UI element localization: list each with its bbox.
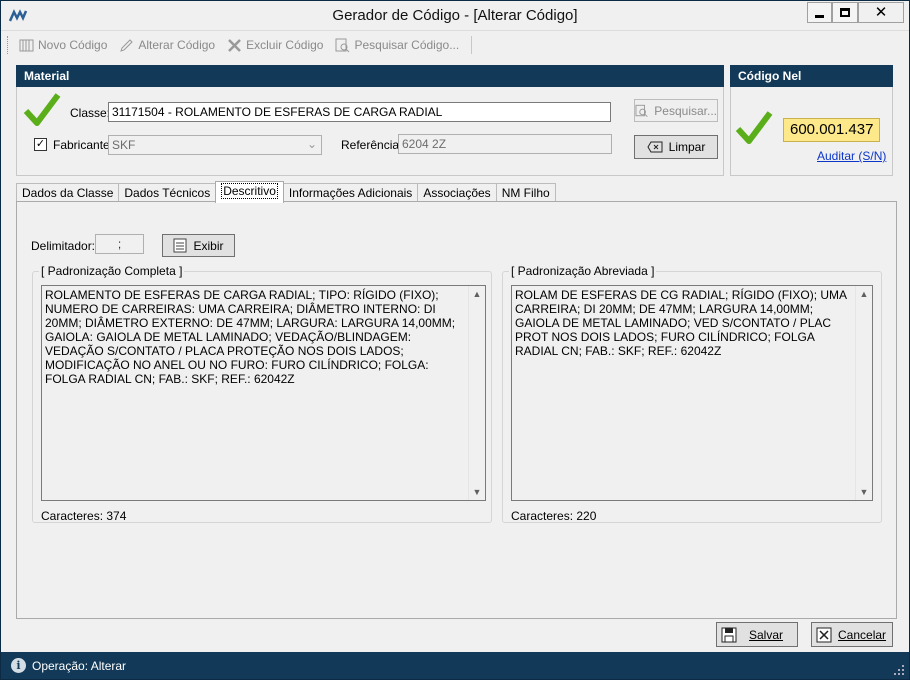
novo-codigo-label: Novo Código [38, 38, 108, 52]
chevron-up-icon[interactable]: ▲ [856, 286, 872, 302]
pesquisar-button-label: Pesquisar... [654, 103, 717, 118]
excluir-codigo-button[interactable]: Excluir Código [227, 38, 323, 53]
chevron-down-icon[interactable]: ▼ [856, 484, 872, 500]
tab-associacoes[interactable]: Associações [417, 183, 497, 203]
classe-label: Classe: [70, 106, 111, 120]
new-doc-icon [19, 39, 34, 51]
tab-label: Descritivo [221, 183, 278, 199]
fabricante-label: Fabricante: [53, 138, 114, 152]
cancel-icon [816, 627, 832, 642]
tab-label: Dados Técnicos [124, 186, 211, 200]
window-title: Gerador de Código - [Alterar Código] [332, 7, 578, 24]
main-window: Gerador de Código - [Alterar Código] ✕ N… [0, 0, 910, 680]
tab-descritivo[interactable]: Descritivo [215, 181, 284, 203]
delimitador-input[interactable]: ; [95, 234, 144, 254]
toolbar-grip [7, 36, 11, 54]
close-button[interactable]: ✕ [858, 2, 904, 23]
toolbar-separator [471, 36, 473, 54]
tab-label: Associações [423, 186, 491, 200]
padronizacao-abreviada-textarea[interactable]: ROLAM DE ESFERAS DE CG RADIAL; RÍGIDO (F… [511, 285, 873, 501]
close-icon: ✕ [874, 4, 888, 21]
tab-nm-filho[interactable]: NM Filho [495, 183, 556, 203]
tab-label: NM Filho [501, 186, 550, 200]
resize-grip-icon[interactable] [893, 664, 905, 676]
classe-input[interactable]: 31171504 - ROLAMENTO DE ESFERAS DE CARGA… [108, 102, 611, 122]
padronizacao-completa-group: [ Padronização Completa ] ROLAMENTO DE E… [32, 264, 492, 523]
pesquisar-codigo-button[interactable]: Pesquisar Código... [335, 38, 459, 53]
x-delete-icon [228, 38, 241, 52]
completa-char-count: Caracteres: 374 [41, 509, 127, 523]
minimize-button[interactable] [807, 2, 832, 23]
abreviada-char-count: Caracteres: 220 [511, 509, 597, 523]
save-icon [721, 627, 737, 642]
padronizacao-completa-textarea[interactable]: ROLAMENTO DE ESFERAS DE CARGA RADIAL; TI… [41, 285, 486, 501]
status-bar: i Operação: Alterar [1, 652, 909, 679]
padronizacao-abreviada-title: [ Padronização Abreviada ] [509, 264, 657, 278]
padronizacao-abreviada-group: [ Padronização Abreviada ] ROLAM DE ESFE… [502, 264, 882, 523]
alterar-codigo-label: Alterar Código [138, 38, 216, 52]
minimize-icon [815, 14, 824, 18]
cancelar-button-label: Cancelar [838, 627, 887, 642]
maximize-icon [840, 8, 850, 17]
auditar-link[interactable]: Auditar (S/N) [817, 149, 886, 163]
pesquisar-codigo-label: Pesquisar Código... [354, 38, 460, 52]
green-check-icon [735, 111, 773, 144]
green-check-icon [23, 93, 61, 126]
padronizacao-completa-text: ROLAMENTO DE ESFERAS DE CARGA RADIAL; TI… [45, 288, 456, 386]
chevron-down-icon[interactable]: ▼ [469, 484, 485, 500]
info-icon: i [11, 658, 26, 673]
referencia-label: Referência: [341, 138, 403, 152]
tab-strip: Dados da Classe Dados Técnicos Descritiv… [16, 181, 556, 203]
chevron-down-icon: ⌄ [306, 137, 317, 151]
vertical-scrollbar[interactable]: ▲ ▼ [468, 286, 485, 500]
tab-dados-classe[interactable]: Dados da Classe [16, 183, 120, 203]
padronizacao-completa-title: [ Padronização Completa ] [39, 264, 185, 278]
maximize-button[interactable] [832, 2, 858, 23]
excluir-codigo-label: Excluir Código [246, 38, 324, 52]
alterar-codigo-button[interactable]: Alterar Código [119, 38, 215, 53]
novo-codigo-button[interactable]: Novo Código [19, 38, 107, 53]
vertical-scrollbar[interactable]: ▲ ▼ [855, 286, 872, 500]
list-icon [173, 238, 187, 253]
limpar-button[interactable]: Limpar [634, 135, 718, 159]
exibir-button-label: Exibir [193, 238, 224, 253]
salvar-button-label: Salvar [749, 627, 784, 642]
pencil-icon [120, 38, 134, 52]
fabricante-value: SKF [112, 138, 136, 152]
clear-icon [647, 141, 663, 153]
descritivo-tab-page: Delimitador: ; Exibir [ Padronização Com… [16, 201, 897, 619]
exibir-button[interactable]: Exibir [162, 234, 235, 257]
material-panel: Classe: 31171504 - ROLAMENTO DE ESFERAS … [16, 87, 724, 176]
delimitador-label: Delimitador: [31, 239, 96, 253]
tab-label: Informações Adicionais [288, 186, 413, 200]
tab-informacoes-adicionais[interactable]: Informações Adicionais [282, 183, 419, 203]
toolbar: Novo Código Alterar Código Excluir Códig… [7, 33, 907, 57]
salvar-button[interactable]: Salvar [716, 622, 798, 647]
title-bar: Gerador de Código - [Alterar Código] ✕ [1, 1, 909, 31]
material-header: Material [16, 65, 724, 87]
search-doc-icon [335, 38, 350, 52]
referencia-input[interactable]: 6204 2Z [398, 134, 612, 154]
limpar-button-label: Limpar [668, 140, 706, 154]
search-doc-icon [635, 104, 648, 117]
codigo-nel-value: 600.001.437 [783, 118, 881, 142]
status-text: Operação: Alterar [32, 658, 127, 673]
chevron-up-icon[interactable]: ▲ [469, 286, 485, 302]
pesquisar-button[interactable]: Pesquisar... [634, 99, 718, 122]
fabricante-select[interactable]: SKF ⌄ [108, 135, 322, 155]
codigo-nel-header: Código Nel [730, 65, 893, 87]
padronizacao-abreviada-text: ROLAM DE ESFERAS DE CG RADIAL; RÍGIDO (F… [515, 288, 847, 358]
cancelar-button[interactable]: Cancelar [811, 622, 893, 647]
codigo-nel-panel: 600.001.437 Auditar (S/N) [730, 87, 893, 176]
fabricante-checkbox[interactable]: ✓ [34, 138, 47, 151]
tab-dados-tecnicos[interactable]: Dados Técnicos [118, 183, 217, 203]
tab-label: Dados da Classe [22, 186, 114, 200]
